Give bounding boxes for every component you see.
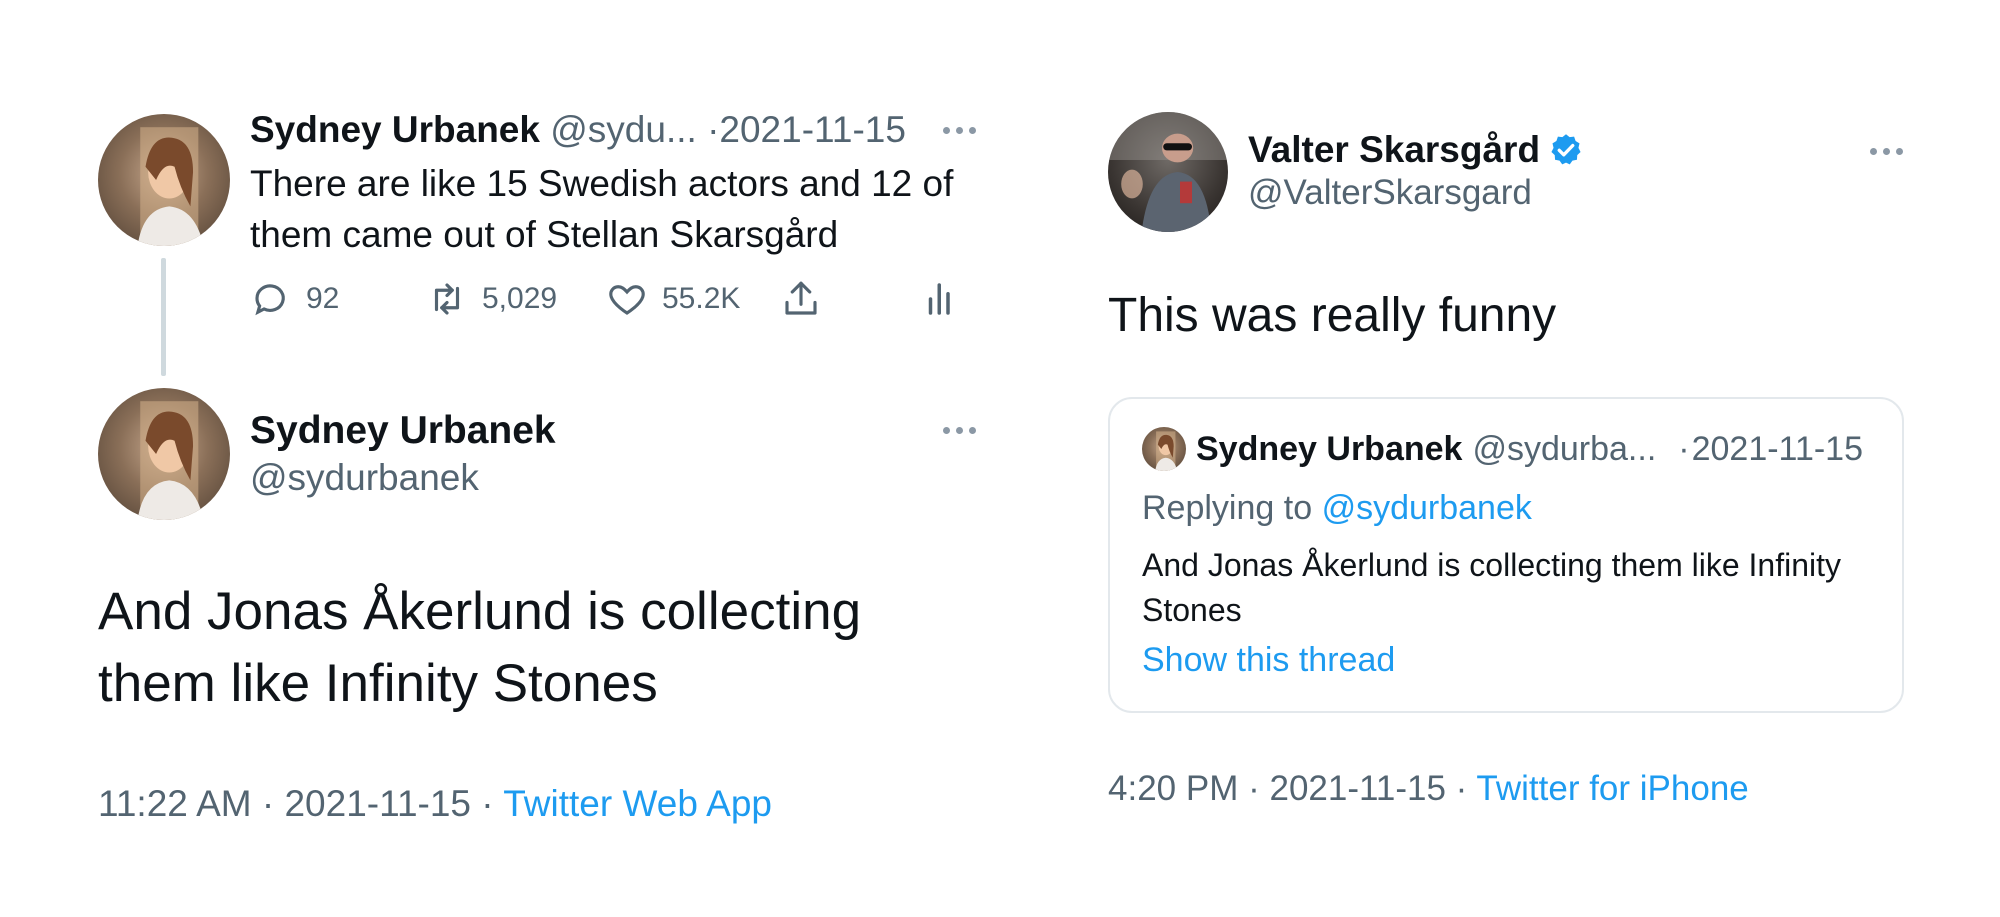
quote-replying-label: Replying to bbox=[1142, 489, 1313, 527]
tweet2-date[interactable]: 2021-11-15 bbox=[284, 783, 471, 824]
retweet-arrows-icon bbox=[434, 283, 460, 315]
tweet2-separator-2: · bbox=[481, 783, 494, 824]
tweet1-separator: · bbox=[707, 109, 720, 150]
tweet3-separator-2: · bbox=[1455, 769, 1468, 808]
tweet2-more-icon[interactable] bbox=[943, 427, 976, 434]
tweet1-more-icon[interactable] bbox=[943, 127, 976, 134]
reply-button[interactable]: 92 bbox=[250, 278, 339, 320]
tweet1-action-bar: 92 5,029 55.2K bbox=[250, 278, 970, 322]
quote-header: Sydney Urbanek @sydurba... · 2021-11-15 bbox=[1142, 427, 1863, 471]
tweet1-text: There are like 15 Swedish actors and 12 … bbox=[250, 163, 954, 255]
tweet3-author-handle[interactable]: @ValterSkarsgard bbox=[1248, 172, 1532, 214]
tweet2-author-name[interactable]: Sydney Urbanek bbox=[250, 408, 556, 454]
quote-avatar bbox=[1142, 427, 1186, 471]
tweet1-author-handle[interactable]: @sydu... bbox=[550, 109, 697, 150]
tweet2-meta: 11:22 AM · 2021-11-15 · Twitter Web App bbox=[98, 782, 772, 826]
tweet3-date[interactable]: 2021-11-15 bbox=[1269, 769, 1445, 808]
show-thread-link[interactable]: Show this thread bbox=[1142, 639, 1395, 681]
quote-replying-to: Replying to @sydurbanek bbox=[1142, 487, 1532, 529]
thread-connector-line bbox=[161, 258, 166, 376]
tweet3-more-icon[interactable] bbox=[1870, 148, 1903, 155]
tweet3-author-name[interactable]: Valter Skarsgård bbox=[1248, 128, 1540, 172]
share-button[interactable] bbox=[780, 278, 822, 320]
analytics-bars-icon bbox=[928, 283, 950, 315]
tweet3-time[interactable]: 4:20 PM bbox=[1108, 769, 1238, 808]
tweet3-text: This was really funny bbox=[1108, 289, 1557, 342]
retweet-button[interactable]: 5,029 bbox=[426, 278, 557, 320]
tweet1-header: Sydney Urbanek @sydu... ·2021-11-15 bbox=[250, 108, 906, 152]
like-count: 55.2K bbox=[662, 282, 741, 315]
avatar-sydney[interactable] bbox=[98, 114, 230, 246]
speech-bubble-icon bbox=[255, 284, 285, 316]
tweet3-author-row: Valter Skarsgård bbox=[1248, 128, 1584, 172]
avatar-valter[interactable] bbox=[1108, 112, 1228, 232]
quote-author-handle: @sydurba... bbox=[1472, 430, 1657, 468]
avatar-sydney-2[interactable] bbox=[98, 388, 230, 520]
tweet1-author-name[interactable]: Sydney Urbanek bbox=[250, 109, 540, 150]
retweet-count: 5,029 bbox=[482, 282, 558, 315]
share-upload-icon bbox=[785, 281, 817, 315]
tweet1-date[interactable]: 2021-11-15 bbox=[719, 109, 906, 150]
quote-replying-handle[interactable]: @sydurbanek bbox=[1322, 489, 1532, 527]
quote-author-name: Sydney Urbanek bbox=[1196, 430, 1463, 468]
tweet2-separator-1: · bbox=[261, 783, 275, 824]
reply-count: 92 bbox=[306, 282, 340, 315]
analytics-button[interactable] bbox=[920, 278, 962, 320]
heart-icon bbox=[609, 285, 645, 315]
quoted-tweet-card[interactable]: Sydney Urbanek @sydurba... · 2021-11-15 R… bbox=[1108, 397, 1904, 713]
tweet2-time[interactable]: 11:22 AM bbox=[98, 783, 252, 824]
tweet3-meta: 4:20 PM · 2021-11-15 · Twitter for iPhon… bbox=[1108, 768, 1749, 810]
quote-separator: · bbox=[1678, 430, 1690, 468]
quote-text: And Jonas Åkerlund is collecting them li… bbox=[1142, 547, 1842, 628]
verified-badge-icon bbox=[1551, 134, 1581, 165]
tweet2-source[interactable]: Twitter Web App bbox=[503, 783, 772, 824]
tweet3-separator-1: · bbox=[1248, 769, 1260, 808]
tweet3-source[interactable]: Twitter for iPhone bbox=[1476, 769, 1748, 808]
tweet2-author-handle[interactable]: @sydurbanek bbox=[250, 456, 479, 500]
quote-date: 2021-11-15 bbox=[1691, 430, 1863, 468]
like-button[interactable]: 55.2K bbox=[606, 278, 740, 320]
tweet2-text: And Jonas Åkerlund is collecting them li… bbox=[98, 582, 862, 713]
